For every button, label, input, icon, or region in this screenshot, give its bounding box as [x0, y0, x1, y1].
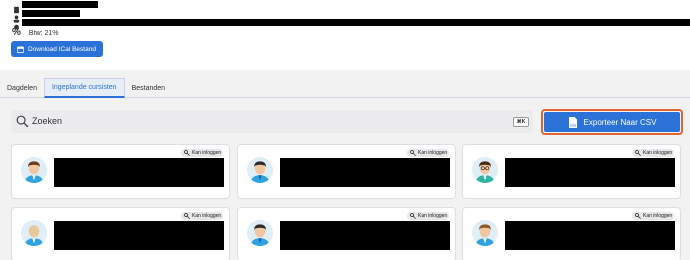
male-avatar-icon [247, 220, 273, 246]
redacted-address [22, 19, 690, 26]
svg-text:CSV: CSV [569, 123, 575, 127]
tab-ingeplande-cursisten[interactable]: Ingeplande cursisten [43, 78, 125, 98]
course-header: % Btw: 21% Download ICal Bestand [0, 0, 690, 70]
redacted-student-name [280, 221, 450, 250]
login-status-label: Kan inloggen [643, 150, 673, 156]
login-status-label: Kan inloggen [192, 213, 222, 219]
login-status-badge: Kan inloggen [632, 212, 674, 220]
tab-bestanden[interactable]: Bestanden [125, 78, 172, 98]
tab-label: Ingeplande cursisten [51, 84, 117, 91]
login-status-label: Kan inloggen [643, 213, 673, 219]
search-placeholder: Zoeken [32, 116, 63, 126]
tab-dagdelen[interactable]: Dagdelen [0, 78, 44, 98]
key-icon [410, 150, 416, 156]
keyboard-shortcut-badge: ⌘K [513, 117, 529, 127]
student-card[interactable]: Kan inloggen [462, 207, 681, 260]
student-card[interactable]: Kan inloggen [11, 207, 230, 260]
key-icon [184, 213, 190, 219]
building-icon [12, 1, 21, 14]
student-card[interactable]: Kan inloggen [462, 144, 681, 199]
student-card[interactable]: Kan inloggen [237, 207, 456, 260]
tab-label: Dagdelen [7, 84, 37, 92]
login-status-label: Kan inloggen [418, 150, 448, 156]
btw-label: Btw: 21% [28, 29, 59, 37]
key-icon [184, 150, 190, 156]
login-status-badge: Kan inloggen [181, 212, 223, 220]
male-avatar-icon [21, 157, 47, 183]
search-input[interactable]: Zoeken ⌘K [11, 110, 533, 133]
redacted-subtitle [22, 10, 80, 17]
male-avatar-icon [472, 220, 498, 246]
bald-avatar-icon [21, 220, 47, 246]
tab-bar: Dagdelen Ingeplande cursisten Bestanden [0, 78, 690, 98]
redacted-student-name [54, 221, 224, 250]
export-csv-button[interactable]: CSV Exporteer Naar CSV [544, 112, 680, 132]
search-icon [16, 115, 29, 128]
login-status-badge: Kan inloggen [181, 149, 223, 157]
calendar-icon [17, 45, 24, 53]
student-card[interactable]: Kan inloggen [11, 144, 230, 199]
redacted-title [22, 1, 98, 8]
user-icon [12, 10, 21, 23]
location-icon [12, 19, 21, 30]
redacted-student-name [280, 158, 450, 187]
male-avatar-icon [247, 157, 273, 183]
login-status-label: Kan inloggen [418, 213, 448, 219]
redacted-student-name [54, 158, 224, 187]
login-status-badge: Kan inloggen [407, 212, 449, 220]
download-ical-button[interactable]: Download ICal Bestand [11, 41, 103, 57]
export-csv-label: Exporteer Naar CSV [583, 117, 657, 127]
tab-label: Bestanden [131, 84, 166, 92]
redacted-student-name [505, 158, 675, 187]
key-icon [410, 213, 416, 219]
redacted-student-name [505, 221, 675, 250]
login-status-label: Kan inloggen [192, 150, 222, 156]
student-card[interactable]: Kan inloggen [237, 144, 456, 199]
login-status-badge: Kan inloggen [407, 149, 449, 157]
csv-file-icon: CSV [568, 116, 577, 128]
btw-row: % Btw: 21% [12, 28, 58, 38]
export-csv-focus-ring: CSV Exporteer Naar CSV [541, 109, 683, 135]
key-icon [635, 150, 641, 156]
login-status-badge: Kan inloggen [632, 149, 674, 157]
key-icon [635, 213, 641, 219]
percent-icon: % [12, 27, 21, 38]
download-ical-label: Download ICal Bestand [28, 45, 96, 53]
male-avatar-glasses-icon [472, 157, 498, 183]
